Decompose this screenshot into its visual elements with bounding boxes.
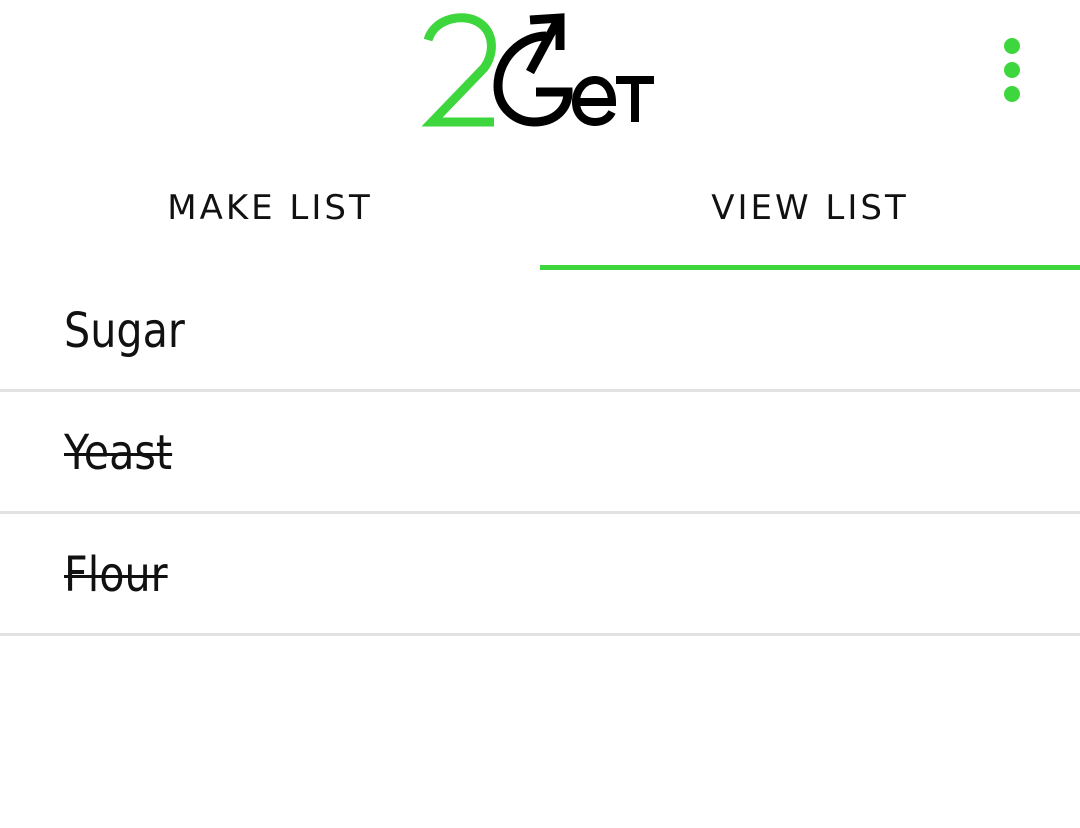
app-logo [418, 10, 662, 132]
tab-bar: MAKE LIST VIEW LIST [0, 150, 1080, 270]
tab-view-list[interactable]: VIEW LIST [540, 150, 1080, 270]
tab-make-list[interactable]: MAKE LIST [0, 150, 540, 270]
app-screen: MAKE LIST VIEW LIST Sugar Yeast Flour [0, 0, 1080, 828]
tab-view-list-label: VIEW LIST [711, 188, 909, 228]
list-item[interactable]: Sugar [0, 270, 1080, 392]
list-item-label: Flour [64, 547, 168, 603]
list-item[interactable]: Flour [0, 514, 1080, 636]
list-item-label: Yeast [64, 425, 173, 481]
app-bar [0, 0, 1080, 150]
more-vert-icon[interactable] [990, 34, 1034, 110]
list-item-label: Sugar [64, 303, 185, 359]
list-item[interactable]: Yeast [0, 392, 1080, 514]
tab-make-list-label: MAKE LIST [167, 188, 373, 228]
shopping-list: Sugar Yeast Flour [0, 270, 1080, 636]
